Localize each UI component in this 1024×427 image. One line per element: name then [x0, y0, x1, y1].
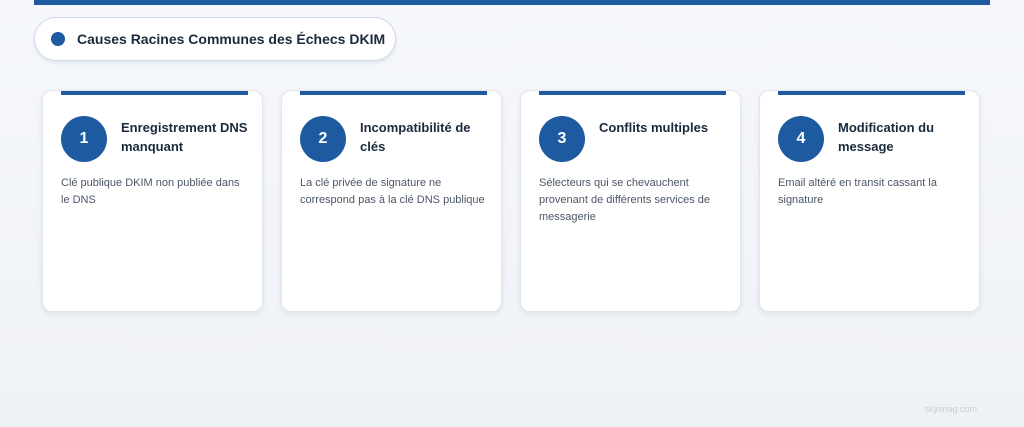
- card-accent-bar: [61, 91, 248, 95]
- card-description: La clé privée de signature ne correspond…: [300, 177, 485, 206]
- card-accent-bar: [539, 91, 726, 95]
- card-title: Conflits multiples: [599, 120, 709, 135]
- card-description: Clé publique DKIM non publiée dans le DN…: [61, 177, 240, 206]
- card-description: Email altéré en transit cassant la signa…: [778, 177, 937, 206]
- cause-card-3: 3 Conflits multiples Sélecteurs qui se c…: [520, 90, 741, 312]
- card-title: Enregistrement DNS manquant: [121, 120, 248, 154]
- section-title-pill: Causes Racines Communes des Échecs DKIM: [34, 17, 396, 61]
- card-description: Sélecteurs qui se chevauchent provenant …: [539, 177, 711, 223]
- cause-card-1: 1 Enregistrement DNS manquant Clé publiq…: [42, 90, 263, 312]
- card-number-badge: 3: [539, 116, 585, 162]
- cause-card-2: 2 Incompatibilité de clés La clé privée …: [281, 90, 502, 312]
- top-accent-bar: [34, 0, 990, 5]
- card-accent-bar: [778, 91, 965, 95]
- card-accent-bar: [300, 91, 487, 95]
- cause-card-4: 4 Modification du message Email altéré e…: [759, 90, 980, 312]
- card-number-badge: 2: [300, 116, 346, 162]
- card-number-badge: 4: [778, 116, 824, 162]
- bullet-dot-icon: [51, 32, 65, 46]
- section-title: Causes Racines Communes des Échecs DKIM: [77, 31, 386, 47]
- card-title: Modification du message: [838, 120, 935, 154]
- card-number-badge: 1: [61, 116, 107, 162]
- card-title: Incompatibilité de clés: [360, 120, 471, 154]
- watermark: skysnag.com: [924, 404, 977, 414]
